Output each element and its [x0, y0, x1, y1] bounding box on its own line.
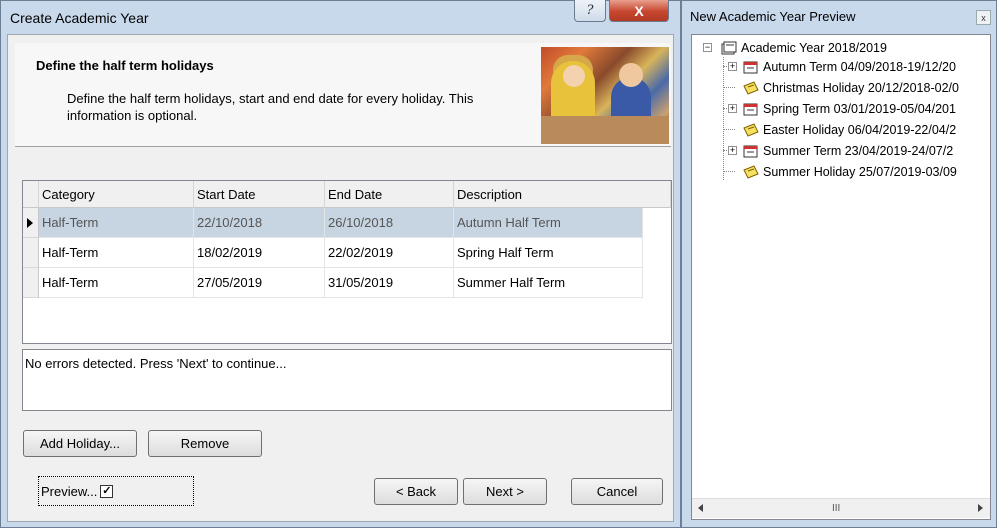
close-panel-icon[interactable]: x	[976, 10, 991, 25]
help-button[interactable]: ?	[574, 0, 606, 22]
collapse-root-icon[interactable]: −	[703, 43, 712, 52]
expand-icon[interactable]: +	[728, 62, 737, 71]
cell-start-date[interactable]: 27/05/2019	[194, 268, 325, 298]
horizontal-scrollbar[interactable]: III	[692, 498, 990, 518]
dialog-title: Create Academic Year	[10, 10, 149, 26]
tree-node-holiday[interactable]: Summer Holiday 25/07/2019-03/09	[742, 163, 957, 181]
holiday-note-icon	[743, 123, 759, 137]
cell-end-date[interactable]: 31/05/2019	[325, 268, 454, 298]
tree-node-holiday[interactable]: Christmas Holiday 20/12/2018-02/0	[742, 79, 959, 97]
tree-node-term[interactable]: Spring Term 03/01/2019-05/04/201	[742, 100, 956, 118]
tree-node-label: Summer Holiday 25/07/2019-03/09	[763, 165, 957, 179]
tree-node-term[interactable]: Autumn Term 04/09/2018-19/12/20	[742, 58, 956, 76]
table-row[interactable]: Half-Term 27/05/2019 31/05/2019 Summer H…	[23, 268, 643, 298]
cell-description[interactable]: Summer Half Term	[454, 268, 643, 298]
cell-start-date[interactable]: 22/10/2018	[194, 208, 325, 238]
cancel-button[interactable]: Cancel	[571, 478, 663, 505]
row-selector[interactable]	[23, 208, 39, 238]
holiday-note-icon	[743, 81, 759, 95]
cell-end-date[interactable]: 26/10/2018	[325, 208, 454, 238]
add-holiday-button[interactable]: Add Holiday...	[23, 430, 137, 457]
column-header-end-date[interactable]: End Date	[325, 181, 454, 208]
next-button[interactable]: Next >	[463, 478, 547, 505]
grid-header: Category Start Date End Date Description	[23, 181, 671, 208]
calendar-icon	[743, 103, 758, 116]
wizard-step-title: Define the half term holidays	[36, 58, 214, 73]
row-selector-header	[23, 181, 39, 208]
tree-guide-line	[723, 129, 735, 130]
classroom-photo	[541, 47, 669, 144]
cell-description[interactable]: Spring Half Term	[454, 238, 643, 268]
holidays-grid[interactable]: Category Start Date End Date Description…	[22, 180, 672, 344]
cell-end-date[interactable]: 22/02/2019	[325, 238, 454, 268]
checkbox-checked-icon[interactable]: ✓	[100, 484, 114, 498]
scrollbar-grip[interactable]: III	[832, 503, 840, 514]
tree-node-label: Autumn Term 04/09/2018-19/12/20	[763, 60, 956, 74]
validation-message-box: No errors detected. Press 'Next' to cont…	[22, 349, 672, 411]
tree-node-label: Easter Holiday 06/04/2019-22/04/2	[763, 123, 957, 137]
wizard-step-description: Define the half term holidays, start and…	[67, 91, 474, 123]
expand-icon[interactable]: +	[728, 146, 737, 155]
expand-icon[interactable]: +	[728, 104, 737, 113]
column-header-start-date[interactable]: Start Date	[194, 181, 325, 208]
cell-start-date[interactable]: 18/02/2019	[194, 238, 325, 268]
row-selector[interactable]	[23, 268, 39, 298]
cell-category[interactable]: Half-Term	[39, 238, 194, 268]
back-button[interactable]: < Back	[374, 478, 458, 505]
academic-year-icon	[721, 41, 737, 55]
scroll-right-icon[interactable]	[978, 504, 983, 512]
tree-guide-line	[723, 87, 735, 88]
tree-node-term[interactable]: Summer Term 23/04/2019-24/07/2	[742, 142, 953, 160]
table-row[interactable]: Half-Term 22/10/2018 26/10/2018 Autumn H…	[23, 208, 643, 238]
table-row[interactable]: Half-Term 18/02/2019 22/02/2019 Spring H…	[23, 238, 643, 268]
holiday-note-icon	[743, 165, 759, 179]
calendar-icon	[743, 61, 758, 74]
calendar-icon	[743, 145, 758, 158]
tree-node-label: Summer Term 23/04/2019-24/07/2	[763, 144, 954, 158]
column-header-description[interactable]: Description	[454, 181, 671, 208]
tree-root-node[interactable]: Academic Year 2018/2019	[720, 39, 887, 57]
close-button[interactable]: X	[609, 0, 669, 22]
tree-node-label: Spring Term 03/01/2019-05/04/201	[763, 102, 956, 116]
cell-category[interactable]: Half-Term	[39, 268, 194, 298]
scroll-left-icon[interactable]	[698, 504, 703, 512]
academic-year-tree[interactable]: − Academic Year 2018/2019 + Autumn Term …	[691, 34, 991, 520]
column-header-category[interactable]: Category	[39, 181, 194, 208]
tree-node-label: Academic Year 2018/2019	[741, 41, 887, 55]
current-row-arrow-icon	[27, 218, 33, 228]
tree-guide-line	[723, 171, 735, 172]
tree-node-label: Christmas Holiday 20/12/2018-02/0	[763, 81, 959, 95]
preview-label: Preview...	[41, 483, 98, 499]
cell-description[interactable]: Autumn Half Term	[454, 208, 643, 238]
tree-guide-line	[723, 57, 724, 180]
row-selector[interactable]	[23, 238, 39, 268]
cell-category[interactable]: Half-Term	[39, 208, 194, 238]
tree-node-holiday[interactable]: Easter Holiday 06/04/2019-22/04/2	[742, 121, 956, 139]
remove-button[interactable]: Remove	[148, 430, 262, 457]
preview-panel-title: New Academic Year Preview	[690, 9, 856, 24]
preview-checkbox[interactable]: Preview... ✓	[38, 476, 194, 506]
